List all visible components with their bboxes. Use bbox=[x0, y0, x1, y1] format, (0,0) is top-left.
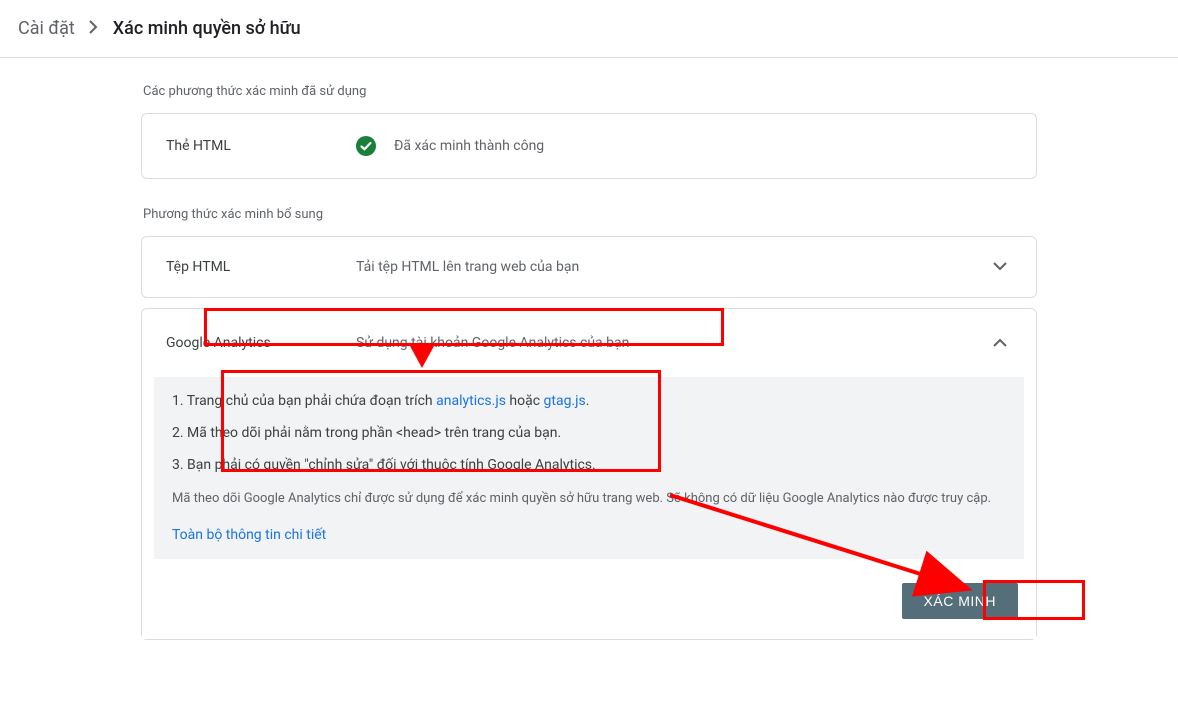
gtag-js-link[interactable]: gtag.js bbox=[544, 393, 586, 409]
html-file-name: Tệp HTML bbox=[166, 259, 356, 275]
ga-step-3: 3. Bạn phải có quyền "chỉnh sửa" đối với… bbox=[172, 457, 1006, 473]
html-tag-card: Thẻ HTML Đã xác minh thành công bbox=[141, 113, 1037, 179]
chevron-down-icon[interactable] bbox=[988, 255, 1012, 279]
top-bar: Cài đặt Xác minh quyền sở hữu bbox=[0, 0, 1178, 58]
check-circle-icon bbox=[356, 136, 376, 156]
ga-step-1: 1. Trang chủ của bạn phải chứa đoạn tríc… bbox=[172, 393, 1006, 409]
google-analytics-card: Google Analytics Sử dụng tài khoản Googl… bbox=[141, 308, 1037, 640]
verify-button[interactable]: XÁC MINH bbox=[902, 583, 1018, 619]
analytics-js-link[interactable]: analytics.js bbox=[436, 393, 506, 409]
main-container: Các phương thức xác minh đã sử dụng Thẻ … bbox=[141, 78, 1037, 668]
ga-body: 1. Trang chủ của bạn phải chứa đoạn tríc… bbox=[154, 377, 1024, 559]
ga-desc: Sử dụng tài khoản Google Analytics của b… bbox=[356, 335, 988, 351]
breadcrumb-settings[interactable]: Cài đặt bbox=[18, 18, 75, 39]
html-file-card[interactable]: Tệp HTML Tải tệp HTML lên trang web của … bbox=[141, 236, 1037, 298]
used-methods-label: Các phương thức xác minh đã sử dụng bbox=[143, 84, 1035, 99]
html-file-desc: Tải tệp HTML lên trang web của bạn bbox=[356, 259, 988, 275]
ga-details-link[interactable]: Toàn bộ thông tin chi tiết bbox=[172, 527, 326, 543]
ga-header-row[interactable]: Google Analytics Sử dụng tài khoản Googl… bbox=[142, 309, 1036, 377]
chevron-up-icon[interactable] bbox=[988, 331, 1012, 355]
ga-note: Mã theo dõi Google Analytics chỉ được sử… bbox=[172, 489, 1006, 509]
html-tag-status: Đã xác minh thành công bbox=[394, 138, 544, 154]
ga-step-2: 2. Mã theo dõi phải nằm trong phần <head… bbox=[172, 425, 1006, 441]
page-title: Xác minh quyền sở hữu bbox=[113, 18, 301, 39]
html-tag-name: Thẻ HTML bbox=[166, 138, 356, 154]
additional-methods-label: Phương thức xác minh bổ sung bbox=[143, 207, 1035, 222]
chevron-right-icon bbox=[89, 19, 99, 38]
ga-name: Google Analytics bbox=[166, 335, 356, 351]
